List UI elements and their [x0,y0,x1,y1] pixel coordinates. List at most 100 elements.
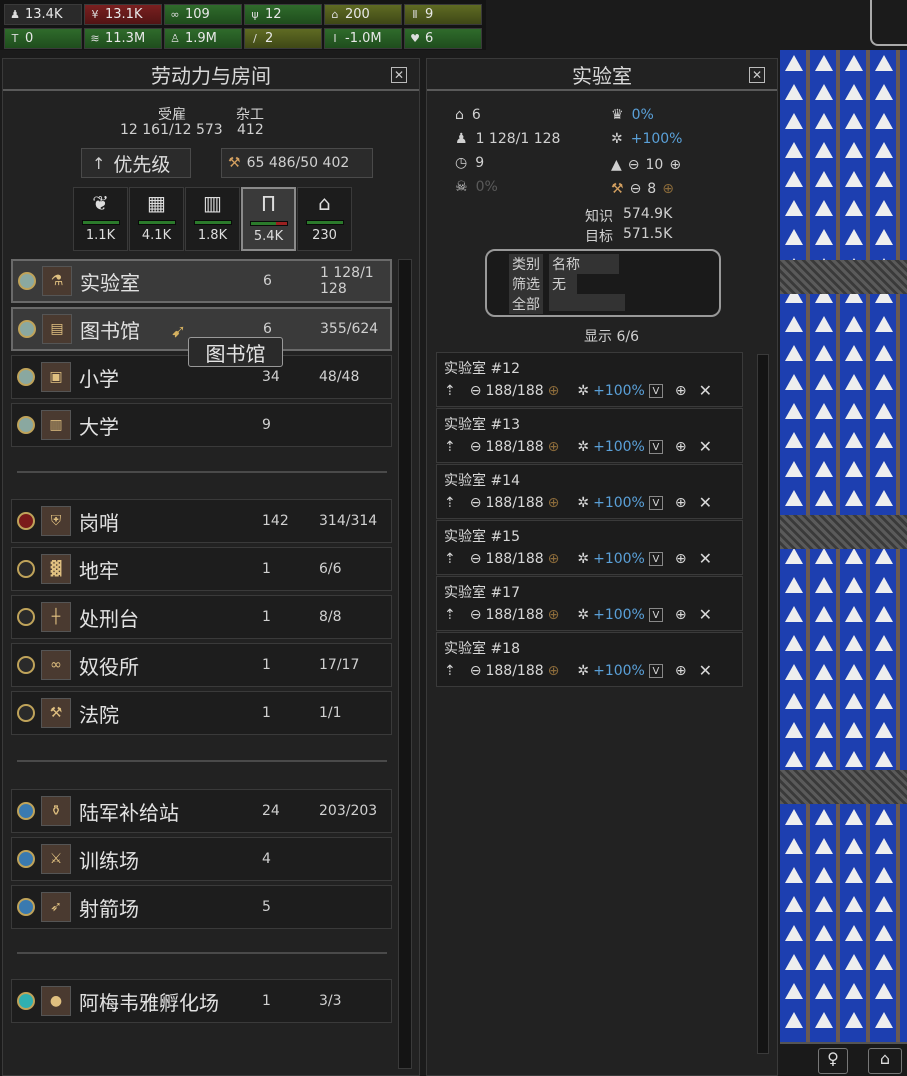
lab-card[interactable]: 实验室 #17 ⇡ ⊖ 188/188 ⊕ ✲ +100% V ⊕ ✕ [436,576,743,631]
toggle-icon[interactable] [17,512,35,530]
priority-icon[interactable]: ⇡ [444,663,456,679]
house-icon[interactable]: ⌂ [868,1048,902,1074]
plus-icon[interactable]: ⊕ [548,663,560,679]
toggle-icon[interactable] [17,560,35,578]
close-icon[interactable]: ✕ [699,605,712,624]
dropdown-icon[interactable]: V [648,383,663,398]
priority-icon[interactable]: ⇡ [444,439,456,455]
toggle-icon[interactable] [17,898,35,916]
close-icon[interactable]: ✕ [699,381,712,400]
lab-card[interactable]: 实验室 #12 ⇡ ⊖ 188/188 ⊕ ✲ +100% V ⊕ ✕ [436,352,743,407]
resource-row1-4[interactable]: ⌂ 200 [324,4,402,25]
resource-row1-5[interactable]: Ⅱ9 [404,4,482,25]
minus-icon[interactable]: ⊖ [470,495,482,511]
plus-icon[interactable]: ⊕ [548,383,560,399]
toggle-icon[interactable] [18,320,36,338]
plus-icon[interactable]: ⊕ [662,181,674,197]
room-row[interactable]: ▓ 地牢 1 6/6 [11,547,392,591]
dropdown-icon[interactable]: V [648,495,663,510]
target-icon[interactable]: ⊕ [675,495,687,511]
toggle-icon[interactable] [17,992,35,1010]
room-row[interactable]: ⚔ 训练场 4 [11,837,392,881]
lab-card[interactable]: 实验室 #18 ⇡ ⊖ 188/188 ⊕ ✲ +100% V ⊕ ✕ [436,632,743,687]
close-icon[interactable]: ✕ [749,67,765,83]
scrollbar[interactable] [398,259,412,1069]
close-icon[interactable]: ✕ [699,493,712,512]
dropdown-icon[interactable]: V [648,551,663,566]
room-row[interactable]: ▥ 大学 9 [11,403,392,447]
all-row[interactable]: 全部 [509,294,625,314]
resource-row1-3[interactable]: ψ 12 [244,4,322,25]
priority-icon[interactable]: ⇡ [444,383,456,399]
close-icon[interactable]: ✕ [699,437,712,456]
plus-icon[interactable]: ⊕ [548,607,560,623]
target-icon[interactable]: ⊕ [675,439,687,455]
priority-button[interactable]: ↑ 优先级 [81,148,191,178]
minus-icon[interactable]: ⊖ [470,439,482,455]
resource-row1-1[interactable]: ¥13.1K [84,4,162,25]
room-row[interactable]: ∞ 奴役所 1 17/17 [11,643,392,687]
priority-icon[interactable]: ⇡ [444,607,456,623]
tab-factory[interactable]: ▦ 4.1K [129,187,184,251]
minus-icon[interactable]: ⊖ [470,663,482,679]
close-icon[interactable]: ✕ [699,549,712,568]
toggle-icon[interactable] [17,802,35,820]
target-icon[interactable]: ⊕ [675,551,687,567]
work-summary[interactable]: ⚒ 65 486/50 402 [221,148,373,178]
scrollbar[interactable] [757,354,769,1054]
toggle-icon[interactable] [17,656,35,674]
priority-icon[interactable]: ⇡ [444,551,456,567]
sort-row[interactable]: 类别 名称 [509,254,619,274]
dropdown-icon[interactable]: V [648,607,663,622]
toggle-icon[interactable] [17,368,35,386]
target-icon[interactable]: ⊕ [675,663,687,679]
minus-icon[interactable]: ⊖ [630,181,642,197]
toggle-icon[interactable] [17,608,35,626]
toggle-icon[interactable] [17,704,35,722]
resource-row1-2[interactable]: ∞ 109 [164,4,242,25]
tent-icon [845,809,863,825]
toggle-icon[interactable] [18,272,36,290]
resource-row1-0[interactable]: ♟ 13.4K [4,4,82,25]
minus-icon[interactable]: ⊖ [470,551,482,567]
target-icon[interactable]: ⊕ [675,383,687,399]
lab-card[interactable]: 实验室 #13 ⇡ ⊖ 188/188 ⊕ ✲ +100% V ⊕ ✕ [436,408,743,463]
room-row[interactable]: ┼ 处刑台 1 8/8 [11,595,392,639]
resource-row2-0[interactable]: T0 [4,28,82,49]
toggle-icon[interactable] [17,416,35,434]
room-row[interactable]: ⚱ 陆军补给站 24 203/203 [11,789,392,833]
toggle-icon[interactable] [17,850,35,868]
room-row[interactable]: ● 阿梅韦雅孵化场 1 3/3 [11,979,392,1023]
dropdown-icon[interactable]: V [648,663,663,678]
minus-icon[interactable]: ⊖ [628,157,640,173]
plus-icon[interactable]: ⊕ [548,495,560,511]
tab-temple[interactable]: ▥ 1.8K [185,187,240,251]
priority-icon[interactable]: ⇡ [444,495,456,511]
plus-icon[interactable]: ⊕ [548,551,560,567]
room-row[interactable]: ⚗ 实验室 6 1 128/1 128 [11,259,392,303]
resource-row2-4[interactable]: I -1.0M [324,28,402,49]
filter-row[interactable]: 筛选无 [509,274,577,294]
game-map[interactable] [780,50,907,1042]
close-icon[interactable]: ✕ [391,67,407,83]
tab-nature[interactable]: ❦ 1.1K [73,187,128,251]
minus-icon[interactable]: ⊖ [470,383,482,399]
close-icon[interactable]: ✕ [699,661,712,680]
room-row[interactable]: ⚒ 法院 1 1/1 [11,691,392,735]
dropdown-icon[interactable]: V [648,439,663,454]
resource-row2-3[interactable]: /2 [244,28,322,49]
resource-row2-5[interactable]: ♥ 6 [404,28,482,49]
lab-card[interactable]: 实验室 #15 ⇡ ⊖ 188/188 ⊕ ✲ +100% V ⊕ ✕ [436,520,743,575]
tab-home[interactable]: ⌂ 230 [297,187,352,251]
resource-row2-1[interactable]: ≋ 11.3M [84,28,162,49]
minus-icon[interactable]: ⊖ [470,607,482,623]
room-row[interactable]: ➶ 射箭场 5 [11,885,392,929]
target-icon[interactable]: ⊕ [675,607,687,623]
plus-icon[interactable]: ⊕ [548,439,560,455]
lab-card[interactable]: 实验室 #14 ⇡ ⊖ 188/188 ⊕ ✲ +100% V ⊕ ✕ [436,464,743,519]
room-row[interactable]: ⛨ 岗哨 142 314/314 [11,499,392,543]
plus-icon[interactable]: ⊕ [669,157,681,173]
tab-column[interactable]: Π 5.4K [241,187,296,251]
lightbulb-icon[interactable]: ♀ [818,1048,848,1074]
resource-row2-2[interactable]: ♙ 1.9M [164,28,242,49]
